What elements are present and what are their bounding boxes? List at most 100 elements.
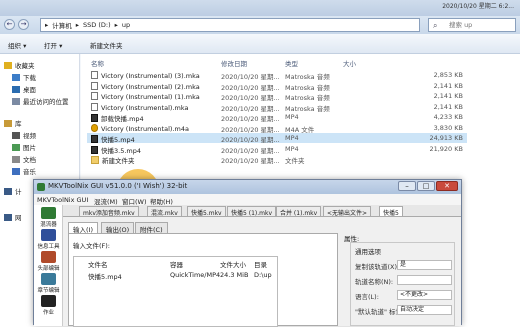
address-bar[interactable]: ▸ 计算机 ▸ SSD (D:) ▸ up — [40, 18, 420, 32]
file-row[interactable]: Victory (Instrumental) (1).mka 2020/10/20… — [87, 91, 467, 102]
file-name: Victory (Instrumental) (1).mka — [101, 93, 200, 101]
menu-mkvtoolnix[interactable]: MKVToolNix GUI — [37, 196, 88, 204]
tool-button[interactable]: 信息工具 — [36, 229, 61, 250]
music-library-icon — [12, 168, 20, 175]
new-folder-button[interactable]: 新建文件夹 — [90, 40, 123, 50]
sidebar-item[interactable]: 视频 — [12, 130, 36, 140]
tab-attachments[interactable]: 附件(C) — [135, 222, 168, 234]
file-row[interactable]: Victory (Instrumental) (3).mka 2020/10/20… — [87, 70, 467, 81]
search-icon: ⌕ — [433, 21, 438, 30]
sidebar-item[interactable]: 库 — [4, 118, 22, 128]
file-row[interactable]: Victory (Instrumental) (2).mka 2020/10/20… — [87, 81, 467, 92]
file-date: 2020/10/20 星期... — [221, 157, 280, 165]
column-size[interactable]: 大小 — [343, 58, 356, 68]
header-directory[interactable]: 目录 — [254, 259, 267, 269]
sidebar-item[interactable]: 最近访问的位置 — [12, 96, 69, 106]
mkv-title-bar[interactable]: MKVToolNix GUI v51.0.0 ('I Wish') 32-bit… — [34, 180, 461, 194]
open-button[interactable]: 打开 ▾ — [44, 40, 62, 50]
organize-button[interactable]: 组织 ▾ — [8, 40, 26, 50]
video-file-icon — [91, 145, 98, 154]
column-name[interactable]: 名称 — [91, 58, 104, 68]
desktop-icon — [12, 86, 20, 93]
audio-file-icon — [91, 71, 98, 79]
file-type: Matroska 音频 — [285, 104, 330, 113]
header-filesize[interactable]: 文件大小 — [220, 259, 246, 269]
breadcrumb-separator: ▸ — [114, 21, 118, 29]
computer-icon — [4, 188, 12, 195]
maximize-button[interactable]: □ — [417, 181, 435, 191]
file-tab[interactable]: 合并 (1).mkv — [276, 206, 322, 216]
video-file-icon — [91, 135, 98, 143]
star-icon — [4, 62, 12, 69]
file-tab[interactable]: 快播5 — [379, 206, 403, 216]
sidebar-item[interactable]: 计 — [4, 186, 22, 196]
file-type: Matroska 音频 — [285, 73, 330, 81]
file-row[interactable]: 快播5.mp4 2020/10/20 星期... MP4 24,913 KB — [87, 133, 467, 144]
sidebar-item[interactable]: 网 — [4, 212, 22, 222]
file-row[interactable]: Victory (Instrumental).mka 2020/10/20 星期.… — [87, 102, 467, 113]
file-row[interactable]: 新建文件夹 2020/10/20 星期... 文件夹 — [87, 154, 467, 165]
sidebar-item-label: 视频 — [23, 132, 36, 140]
sidebar-item-label: 桌面 — [23, 86, 36, 94]
sidebar-item[interactable]: 音乐 — [12, 166, 36, 176]
property-label: 复制该轨道(X): — [355, 263, 400, 271]
tool-button[interactable]: 作业 — [36, 295, 61, 316]
cell-directory: D:\up — [254, 271, 272, 279]
sidebar-item[interactable]: 图片 — [12, 142, 36, 152]
breadcrumb-drive[interactable]: SSD (D:) — [83, 21, 111, 29]
sidebar-item-label: 图片 — [23, 144, 36, 152]
file-row[interactable]: 快播3.5.mp4 2020/10/20 星期... MP4 21,920 KB — [87, 144, 467, 155]
search-input[interactable]: ⌕ 搜索 up — [428, 18, 516, 32]
back-button[interactable]: ← — [4, 19, 15, 30]
close-button[interactable]: ✕ — [436, 181, 458, 191]
property-field[interactable]: 是 — [397, 260, 452, 270]
tab-output[interactable]: 输出(O) — [101, 222, 135, 234]
file-type: 文件夹 — [285, 157, 305, 165]
file-tab[interactable]: 混流.mkv — [147, 206, 182, 216]
forward-button[interactable]: → — [18, 19, 29, 30]
tool-button[interactable]: 混流器 — [36, 207, 61, 228]
breadcrumb-computer[interactable]: 计算机 — [52, 20, 72, 30]
column-date[interactable]: 修改日期 — [221, 58, 247, 68]
computer-icon: ▸ — [45, 21, 49, 29]
cell-filename[interactable]: 快播5.mp4 — [88, 271, 122, 281]
command-bar: 组织 ▾ 打开 ▾ 新建文件夹 — [0, 34, 520, 54]
input-files-panel: 输入文件(F): 文件名 容器 文件大小 目录 快播5.mp4 QuickTim… — [68, 233, 338, 327]
network-icon — [4, 214, 12, 221]
file-date: 2020/10/20 星期... — [221, 83, 280, 92]
header-filename[interactable]: 文件名 — [88, 259, 108, 269]
audio-file-icon — [91, 92, 98, 100]
file-tab[interactable]: 快播5.mkv — [187, 206, 226, 216]
sidebar-item[interactable]: 收藏夹 — [4, 60, 35, 70]
file-tab[interactable]: mkv添加音频.mkv — [79, 206, 139, 216]
sidebar-item[interactable]: 桌面 — [12, 84, 36, 94]
property-field[interactable] — [397, 275, 452, 285]
jobs-icon — [41, 295, 56, 307]
file-tab[interactable]: <无输出文件> — [323, 206, 372, 216]
breadcrumb-folder[interactable]: up — [122, 21, 130, 29]
mkvtoolnix-window: MKVToolNix GUI v51.0.0 ('I Wish') 32-bit… — [33, 179, 462, 327]
top-datestamp: 2020/10/20 星期二 6:2... — [442, 3, 514, 10]
file-name: 新建文件夹 — [102, 157, 135, 165]
sidebar-item[interactable]: 文档 — [12, 154, 36, 164]
file-row[interactable]: 卸载快播.mp4 2020/10/20 星期... MP4 4,233 KB — [87, 112, 467, 123]
file-size: 24,913 KB — [429, 134, 463, 142]
property-field[interactable]: <不更改> — [397, 290, 452, 300]
audio-file-icon — [91, 102, 98, 111]
file-type: MP4 — [285, 134, 299, 142]
tab-input[interactable]: 输入(I) — [68, 222, 98, 234]
sidebar-item-label: 计 — [15, 188, 22, 196]
tool-label: 信息工具 — [37, 244, 60, 250]
sidebar-item-label: 网 — [15, 214, 22, 222]
header-container[interactable]: 容器 — [170, 259, 183, 269]
column-type[interactable]: 类型 — [285, 58, 298, 68]
input-files-table[interactable]: 文件名 容器 文件大小 目录 快播5.mp4 QuickTime/MP4 24.… — [73, 256, 278, 327]
minimize-button[interactable]: – — [398, 181, 416, 191]
sidebar-item-label: 收藏夹 — [15, 62, 35, 70]
file-row[interactable]: Victory (Instrumental).m4a 2020/10/20 星期.… — [87, 123, 467, 134]
property-field[interactable]: 自动决定 — [397, 305, 452, 315]
input-files-label: 输入文件(F): — [73, 242, 111, 250]
file-tab[interactable]: 快播5 (1).mkv — [227, 206, 277, 216]
file-size: 2,141 KB — [433, 102, 463, 111]
sidebar-item[interactable]: 下载 — [12, 72, 36, 82]
